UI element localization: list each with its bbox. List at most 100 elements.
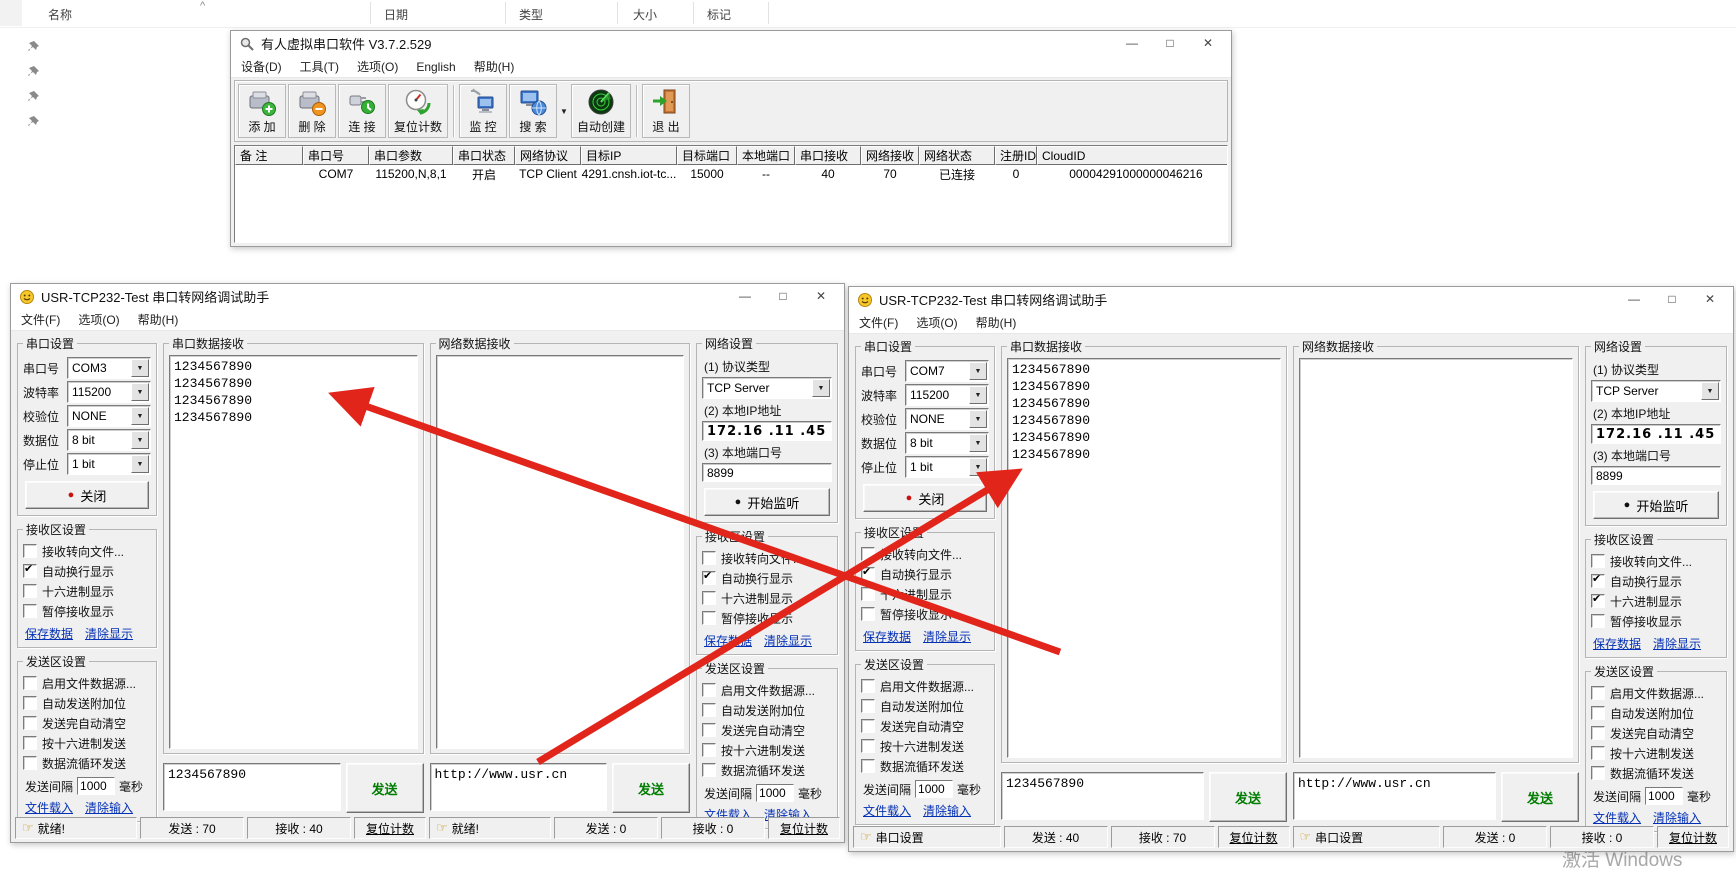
checkbox-row[interactable]: 十六进制显示 (861, 584, 989, 604)
checkbox-row[interactable]: 自动换行显示 (861, 564, 989, 584)
checkbox-row[interactable]: 发送完自动清空 (702, 720, 832, 740)
checkbox-row[interactable]: 按十六进制发送 (702, 740, 832, 760)
minimize-button[interactable]: — (726, 284, 764, 309)
checkbox-checked-icon[interactable] (702, 571, 716, 585)
checkbox-row[interactable]: 十六进制显示 (1591, 591, 1721, 611)
menu-item[interactable]: 帮助(H) (976, 314, 1017, 331)
checkbox-icon[interactable] (23, 736, 37, 750)
checkbox-row[interactable]: 启用文件数据源... (1591, 683, 1721, 703)
checkbox-row[interactable]: 按十六进制发送 (861, 736, 989, 756)
checkbox-icon[interactable] (1591, 614, 1605, 628)
checkbox-row[interactable]: 按十六进制发送 (23, 733, 151, 753)
close-port-button[interactable]: ● 关闭 (25, 481, 149, 509)
checkbox-icon[interactable] (861, 699, 875, 713)
checkbox-icon[interactable] (861, 739, 875, 753)
start-listen-button[interactable]: ● 开始监听 (704, 488, 830, 516)
net-send-input[interactable] (1293, 772, 1496, 820)
menu-item[interactable]: 选项(O) (357, 58, 398, 75)
net-send-button[interactable]: 发送 (612, 763, 690, 813)
menu-item[interactable]: 帮助(H) (474, 58, 515, 75)
action-link[interactable]: 文件载入 (25, 799, 73, 816)
checkbox-row[interactable]: 暂停接收显示 (1591, 611, 1721, 631)
checkbox-icon[interactable] (23, 544, 37, 558)
action-link[interactable]: 清除显示 (764, 632, 812, 649)
explorer-column-tags[interactable]: 标记 (707, 6, 731, 23)
checkbox-row[interactable]: 接收转向文件... (861, 544, 989, 564)
close-button[interactable]: ✕ (802, 284, 840, 309)
checkbox-row[interactable]: 自动换行显示 (23, 561, 151, 581)
toolbar-button-device-add[interactable]: 添 加 (238, 84, 286, 138)
table-row[interactable]: COM7115200,N,8,1开启TCP Client4291.cnsh.io… (235, 165, 1227, 183)
parity-select[interactable]: NONE▼ (67, 405, 151, 427)
checkbox-checked-icon[interactable] (23, 564, 37, 578)
explorer-column-name[interactable]: 名称 (48, 6, 72, 23)
com-port-select[interactable]: COM3▼ (67, 357, 151, 379)
checkbox-checked-icon[interactable] (1591, 594, 1605, 608)
reset-count-link[interactable]: 复位计数 (1218, 826, 1290, 848)
column-separator[interactable] (693, 2, 694, 24)
action-link[interactable]: 保存数据 (704, 632, 752, 649)
checkbox-icon[interactable] (1591, 686, 1605, 700)
chevron-down-icon[interactable]: ▼ (131, 383, 149, 401)
checkbox-row[interactable]: 接收转向文件... (1591, 551, 1721, 571)
maximize-button[interactable]: □ (1653, 287, 1691, 312)
test-titlebar[interactable]: USR-TCP232-Test 串口转网络调试助手 — □ ✕ (11, 284, 844, 309)
checkbox-row[interactable]: 暂停接收显示 (702, 608, 832, 628)
checkbox-icon[interactable] (23, 604, 37, 618)
sort-caret-icon[interactable]: ^ (200, 0, 205, 12)
send-interval-input[interactable] (915, 780, 953, 798)
minimize-button[interactable]: — (1615, 287, 1653, 312)
menu-item[interactable]: English (416, 60, 455, 74)
menu-item[interactable]: 工具(T) (300, 58, 339, 75)
vsp-titlebar[interactable]: 有人虚拟串口软件 V3.7.2.529 — □ ✕ (231, 31, 1231, 56)
local-port-input[interactable]: 8899 (702, 463, 832, 482)
checkbox-icon[interactable] (702, 763, 716, 777)
serial-rx-area[interactable]: 1234567890123456789012345678901234567890 (169, 355, 418, 749)
checkbox-row[interactable]: 自动换行显示 (1591, 571, 1721, 591)
send-interval-input[interactable] (77, 777, 115, 795)
table-cell[interactable]: 15000 (677, 165, 737, 183)
chevron-down-icon[interactable]: ▼ (1701, 382, 1719, 400)
net-send-input[interactable] (430, 763, 608, 811)
table-cell[interactable] (235, 165, 303, 183)
checkbox-icon[interactable] (702, 703, 716, 717)
checkbox-row[interactable]: 启用文件数据源... (861, 676, 989, 696)
chevron-down-icon[interactable]: ▼ (131, 359, 149, 377)
toolbar-button-monitor-satellite[interactable]: 监 控 (459, 84, 507, 138)
start-listen-button[interactable]: ● 开始监听 (1593, 491, 1719, 519)
checkbox-row[interactable]: 自动发送附加位 (1591, 703, 1721, 723)
maximize-button[interactable]: □ (764, 284, 802, 309)
table-cell[interactable]: 00004291000000046216 (1037, 165, 1228, 183)
chevron-down-icon[interactable]: ▼ (969, 386, 987, 404)
checkbox-icon[interactable] (23, 676, 37, 690)
toolbar-button-plug[interactable]: 连 接 (338, 84, 386, 138)
checkbox-icon[interactable] (1591, 726, 1605, 740)
column-separator[interactable] (617, 2, 618, 24)
serial-rx-area[interactable]: 1234567890123456789012345678901234567890… (1007, 358, 1281, 758)
checkbox-icon[interactable] (702, 551, 716, 565)
action-link[interactable]: 文件载入 (1593, 809, 1641, 826)
send-interval-input[interactable] (756, 784, 794, 802)
action-link[interactable]: 清除显示 (1653, 635, 1701, 652)
menu-item[interactable]: 选项(O) (916, 314, 957, 331)
checkbox-icon[interactable] (1591, 746, 1605, 760)
action-link[interactable]: 保存数据 (1593, 635, 1641, 652)
action-link[interactable]: 文件载入 (863, 802, 911, 819)
toolbar-button-device-remove[interactable]: 删 除 (288, 84, 336, 138)
close-button[interactable]: ✕ (1189, 31, 1227, 56)
checkbox-row[interactable]: 自动发送附加位 (702, 700, 832, 720)
chevron-down-icon[interactable]: ▼ (969, 410, 987, 428)
action-link[interactable]: 保存数据 (863, 628, 911, 645)
chevron-down-icon[interactable]: ▼ (969, 434, 987, 452)
checkbox-row[interactable]: 发送完自动清空 (23, 713, 151, 733)
checkbox-icon[interactable] (861, 587, 875, 601)
column-separator[interactable] (370, 2, 371, 24)
local-ip-input[interactable]: 172.16 .11 .45 (1591, 424, 1721, 444)
checkbox-row[interactable]: 数据流循环发送 (702, 760, 832, 780)
checkbox-row[interactable]: 启用文件数据源... (702, 680, 832, 700)
checkbox-row[interactable]: 数据流循环发送 (23, 753, 151, 773)
toolbar-button-reset-counter[interactable]: 复位计数 (388, 84, 448, 138)
table-cell[interactable]: 4291.cnsh.iot-tc... (581, 165, 677, 183)
menu-item[interactable]: 帮助(H) (138, 311, 179, 328)
chevron-down-icon[interactable]: ▼ (812, 379, 830, 397)
